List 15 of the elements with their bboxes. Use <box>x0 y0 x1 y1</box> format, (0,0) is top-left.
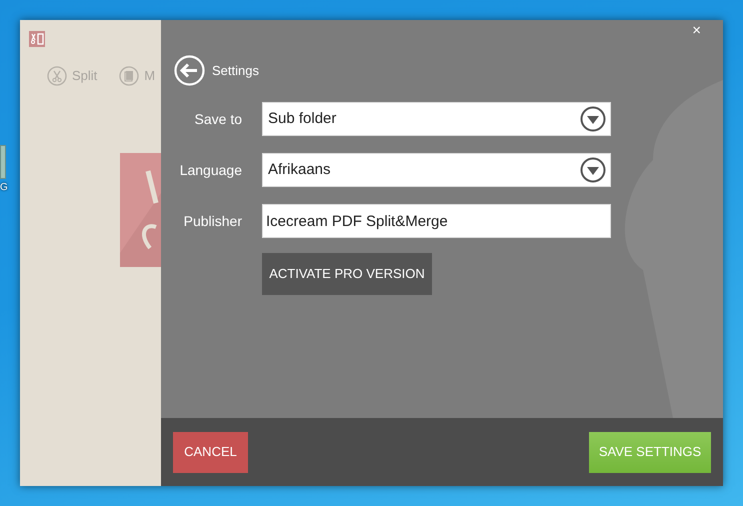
cancel-button[interactable]: CANCEL <box>173 432 248 472</box>
close-button[interactable]: × <box>692 22 701 40</box>
activate-pro-button[interactable]: ACTIVATE PRO VERSION <box>262 253 432 295</box>
input-field[interactable]: Icecream PDF Split&Merge <box>262 204 611 238</box>
settings-title: Settings <box>212 62 259 80</box>
desktop-icon-label[interactable]: G <box>0 183 8 193</box>
pages-icon <box>119 66 140 86</box>
back-button[interactable] <box>174 55 205 86</box>
field-label: Save to <box>194 110 242 128</box>
scissors-icon <box>47 66 67 86</box>
dropdown[interactable]: Sub folder <box>262 102 611 136</box>
field-label: Publisher <box>182 212 242 230</box>
app-logo-icon <box>29 30 45 47</box>
dropdown[interactable]: Afrikaans <box>262 153 611 187</box>
field-label: Language <box>178 160 242 180</box>
